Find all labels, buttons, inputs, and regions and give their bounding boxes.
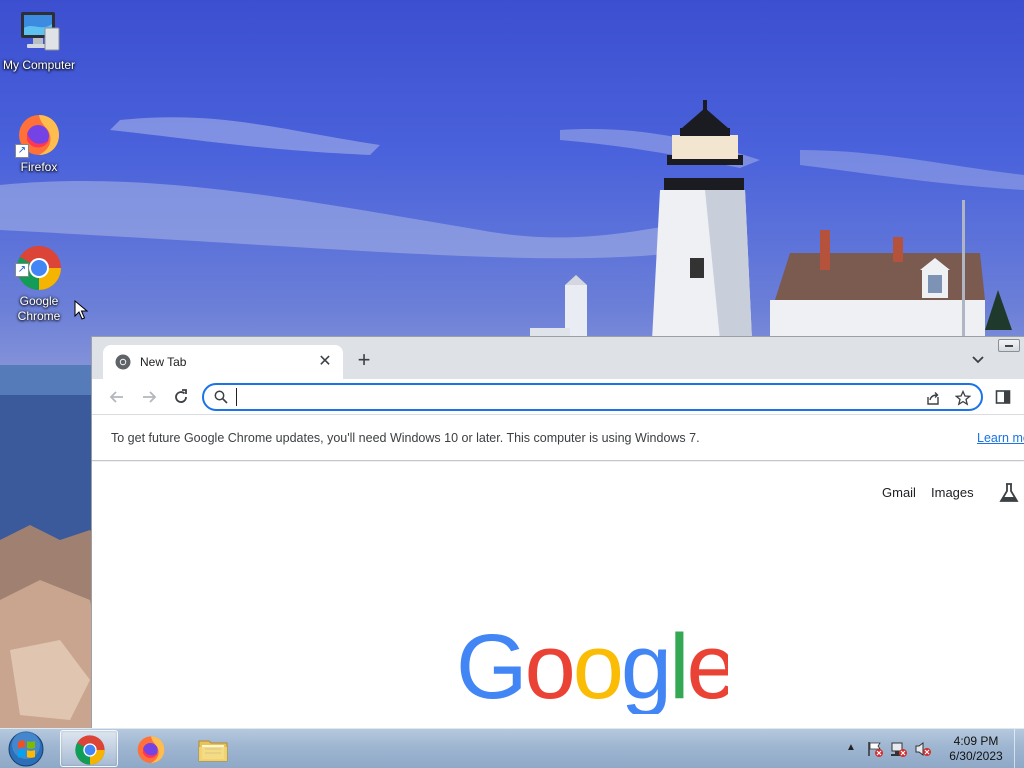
tab-new-tab[interactable]: New Tab ✕	[103, 345, 343, 379]
chrome-icon: ↗	[15, 229, 63, 290]
action-center-flag-icon[interactable]	[866, 741, 884, 757]
mouse-cursor-icon	[74, 300, 88, 320]
desktop-icon-firefox[interactable]: ↗ Firefox	[0, 110, 79, 175]
back-arrow-icon[interactable]	[107, 387, 127, 407]
system-tray: ▲ 4:09 PM 6/30/2023	[840, 729, 1024, 768]
logo-letter: g	[621, 622, 669, 714]
labs-flask-icon[interactable]	[998, 482, 1020, 504]
desktop-icon-label: Firefox	[20, 160, 58, 174]
update-infobar: To get future Google Chrome updates, you…	[92, 416, 1024, 461]
logo-letter: G	[456, 622, 525, 714]
address-input[interactable]	[236, 388, 876, 406]
chrome-favicon-icon	[115, 354, 131, 370]
images-link[interactable]: Images	[931, 485, 974, 500]
logo-letter: o	[573, 622, 621, 714]
show-hidden-icons-icon[interactable]: ▲	[846, 742, 856, 753]
bookmark-star-icon[interactable]	[955, 390, 971, 406]
show-desktop-button[interactable]	[1014, 729, 1024, 768]
tab-title: New Tab	[140, 355, 187, 369]
shortcut-arrow-icon: ↗	[15, 263, 29, 277]
desktop-icon-label: My Computer	[2, 58, 76, 72]
taskbar: ▲ 4:09 PM 6/30/2023	[0, 728, 1024, 768]
shortcut-arrow-icon: ↗	[15, 144, 29, 158]
taskbar-explorer-button[interactable]	[184, 730, 242, 767]
forward-arrow-icon[interactable]	[139, 387, 159, 407]
taskbar-chrome-button[interactable]	[60, 730, 118, 767]
folder-icon	[198, 740, 228, 762]
desktop-icon-my-computer[interactable]: My Computer	[0, 8, 79, 73]
clock-date: 6/30/2023	[949, 749, 1003, 763]
infobar-message: To get future Google Chrome updates, you…	[111, 431, 700, 445]
reload-icon[interactable]	[171, 387, 191, 407]
svg-text:Google: Google	[456, 622, 728, 714]
chrome-window: New Tab ✕ + To get future Google Chrome …	[91, 336, 1024, 729]
learn-more-link[interactable]: Learn more	[977, 431, 1024, 445]
clock-time: 4:09 PM	[953, 734, 999, 748]
minimize-button[interactable]	[998, 339, 1020, 352]
logo-letter: l	[669, 622, 686, 714]
side-panel-icon[interactable]	[995, 389, 1011, 405]
google-logo: Google	[456, 622, 728, 714]
firefox-icon: ↗	[15, 110, 63, 158]
gmail-link[interactable]: Gmail	[882, 485, 916, 500]
desktop-icon-google-chrome[interactable]: ↗ Google Chrome	[0, 214, 79, 324]
tab-strip: New Tab ✕ +	[92, 337, 1024, 379]
volume-muted-icon[interactable]	[914, 741, 932, 757]
start-button[interactable]	[5, 730, 47, 768]
tab-close-icon[interactable]: ✕	[317, 354, 333, 370]
toolbar	[92, 379, 1024, 415]
firefox-icon	[137, 736, 165, 763]
new-tab-button[interactable]: +	[352, 349, 376, 373]
chrome-icon	[75, 735, 105, 765]
network-icon[interactable]	[890, 741, 908, 757]
new-tab-page: Gmail Images Google	[92, 462, 1024, 729]
clock[interactable]: 4:09 PM 6/30/2023	[938, 734, 1014, 764]
desktop-icon-label: Google Chrome	[17, 294, 61, 323]
share-icon[interactable]	[925, 390, 941, 406]
omnibox[interactable]	[202, 383, 983, 411]
tab-search-chevron-icon[interactable]	[970, 351, 986, 367]
search-icon	[214, 390, 228, 404]
logo-letter: o	[525, 622, 573, 714]
logo-letter: e	[687, 622, 728, 714]
computer-icon	[15, 8, 63, 56]
taskbar-firefox-button[interactable]	[122, 730, 180, 767]
